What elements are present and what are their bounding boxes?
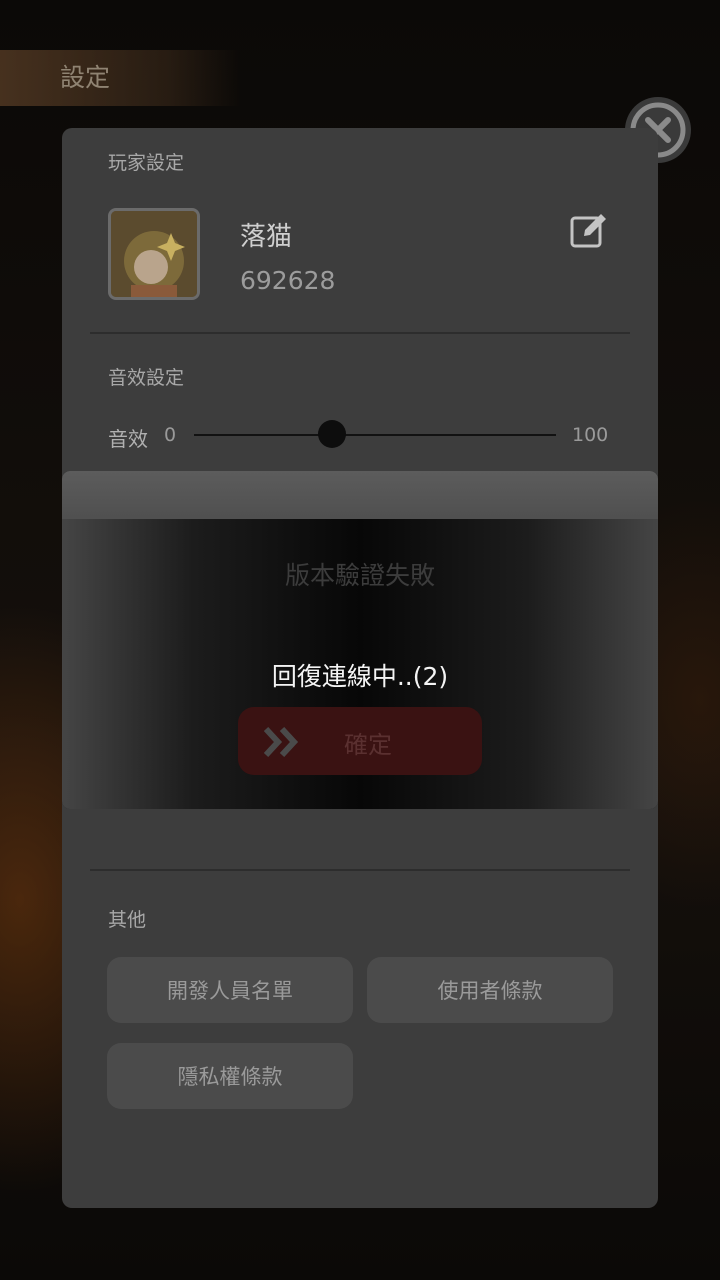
header-bar [0, 50, 240, 106]
avatar[interactable] [108, 208, 200, 300]
dialog-title: 版本驗證失敗 [284, 561, 435, 590]
confirm-label: 確定 [344, 731, 392, 759]
reconnect-dialog: 版本驗證失敗 確定 回復連線中..(2) [62, 471, 658, 809]
other-section-title: 其他 [108, 909, 147, 931]
sfx-slider[interactable] [194, 434, 556, 436]
terms-of-use-button[interactable]: 使用者條款 [367, 957, 613, 1023]
player-name: 落猫 [240, 222, 293, 252]
divider [90, 869, 630, 871]
double-chevron-icon [264, 727, 299, 757]
sfx-max: 100 [572, 424, 609, 446]
sfx-min: 0 [164, 424, 177, 446]
reconnect-message: 回復連線中..(2) [271, 662, 449, 691]
confirm-button[interactable]: 確定 [238, 707, 482, 775]
player-id: 692628 [240, 266, 336, 295]
privacy-policy-button[interactable]: 隱私權條款 [107, 1043, 353, 1109]
sfx-slider-handle[interactable] [317, 420, 346, 448]
avatar-image [111, 211, 197, 297]
dialog-top-bar [62, 471, 658, 521]
divider [90, 332, 630, 334]
player-section-title: 玩家設定 [108, 152, 185, 174]
page-title: 設定 [60, 63, 111, 92]
sfx-label: 音效 [108, 427, 148, 451]
edit-icon[interactable] [568, 210, 608, 250]
credits-button[interactable]: 開發人員名單 [107, 957, 353, 1023]
sound-section-title: 音效設定 [108, 367, 185, 389]
